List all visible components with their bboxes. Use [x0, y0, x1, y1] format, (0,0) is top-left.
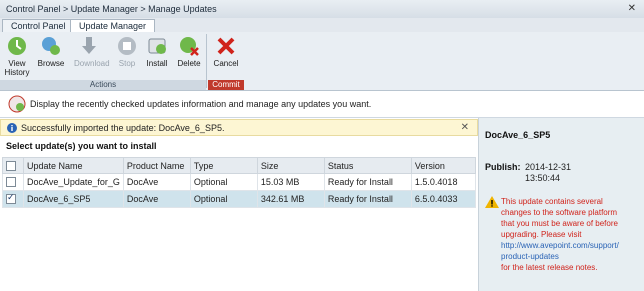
- browse-icon: [42, 37, 60, 55]
- publish-date: 2014-12-31: [525, 162, 572, 172]
- actions-group: View History Browse Download Stop Instal…: [0, 32, 206, 90]
- column-header[interactable]: Product Name: [122, 157, 191, 174]
- ribbon-divider: [206, 34, 207, 88]
- history-icon: [8, 37, 26, 55]
- column-header[interactable]: Update Name: [23, 157, 124, 174]
- cancel-icon: [217, 37, 235, 55]
- column-header[interactable]: Size: [256, 157, 325, 174]
- release-notes-link[interactable]: http://www.avepoint.com/support/: [501, 240, 641, 251]
- stop-button[interactable]: Stop: [112, 35, 142, 79]
- warning-line: upgrading. Please visit: [501, 230, 582, 239]
- view-history-button[interactable]: View History: [2, 35, 32, 79]
- delete-icon: [180, 37, 199, 56]
- warning-line: changes to the software platform: [501, 208, 618, 217]
- cell-update-name: DocAve_Update_for_G: [23, 173, 124, 191]
- release-warning: This update contains several changes to …: [501, 196, 641, 273]
- publish-value: 2014-12-31 13:50:44: [525, 162, 571, 184]
- updates-table: Update Name Product Name Type Size Statu…: [2, 157, 477, 208]
- notice-text: Successfully imported the update: DocAve…: [21, 123, 225, 133]
- column-header[interactable]: Type: [189, 157, 258, 174]
- warning-line: that you must be aware of before: [501, 219, 618, 228]
- delete-label: Delete: [177, 59, 201, 68]
- actions-group-label: Actions: [0, 80, 206, 90]
- stop-icon: [118, 37, 136, 55]
- table-row[interactable]: DocAve_6_SP5 DocAve Optional 342.61 MB R…: [2, 190, 477, 208]
- download-button[interactable]: Download: [74, 35, 110, 79]
- warning-line: This update contains several: [501, 197, 603, 206]
- column-header[interactable]: Status: [323, 157, 412, 174]
- cell-status: Ready for Install: [323, 190, 412, 208]
- column-header[interactable]: Version: [410, 157, 477, 174]
- download-label: Download: [74, 59, 110, 68]
- download-icon: [82, 37, 96, 54]
- title-bar: Control Panel > Update Manager > Manage …: [0, 0, 644, 19]
- update-manager-icon: [8, 95, 26, 113]
- publish-time: 13:50:44: [525, 173, 561, 183]
- install-button[interactable]: Install: [142, 35, 172, 79]
- details-panel: DocAve_6_SP5 Publish: 2014-12-31 13:50:4…: [478, 118, 644, 291]
- install-icon: [148, 38, 166, 54]
- close-icon[interactable]: ✕: [628, 3, 636, 14]
- section-heading: Select update(s) you want to install: [6, 141, 157, 151]
- delete-button[interactable]: Delete: [174, 35, 204, 79]
- details-title: DocAve_6_SP5: [485, 130, 551, 140]
- cell-product: DocAve: [122, 173, 191, 191]
- stop-label: Stop: [118, 59, 136, 68]
- success-notice: Successfully imported the update: DocAve…: [0, 119, 478, 136]
- commit-group: Cancel Commit: [208, 32, 244, 90]
- tab-strip: Control Panel Update Manager: [0, 18, 644, 33]
- cell-type: Optional: [189, 173, 258, 191]
- select-all-checkbox[interactable]: [6, 160, 16, 171]
- release-notes-link[interactable]: product-updates: [501, 251, 641, 262]
- notice-close-icon[interactable]: ✕: [461, 122, 469, 133]
- tab-update-manager[interactable]: Update Manager: [70, 19, 156, 33]
- table-header-row: Update Name Product Name Type Size Statu…: [2, 157, 477, 174]
- table-row[interactable]: DocAve_Update_for_G DocAve Optional 15.0…: [2, 173, 477, 191]
- browse-label: Browse: [37, 59, 65, 68]
- ribbon: View History Browse Download Stop Instal…: [0, 32, 644, 91]
- cell-version: 1.5.0.4018: [410, 173, 477, 191]
- warning-icon: [485, 196, 499, 208]
- cell-size: 15.03 MB: [256, 173, 325, 191]
- cell-size: 342.61 MB: [256, 190, 325, 208]
- install-label: Install: [146, 59, 168, 68]
- cell-version: 6.5.0.4033: [410, 190, 477, 208]
- tab-control-panel[interactable]: Control Panel: [2, 19, 75, 33]
- breadcrumb: Control Panel > Update Manager > Manage …: [6, 4, 217, 14]
- cell-type: Optional: [189, 190, 258, 208]
- publish-label: Publish:: [485, 162, 521, 172]
- warning-line: for the latest release notes.: [501, 263, 598, 272]
- info-text: Display the recently checked updates inf…: [30, 99, 372, 109]
- row-checkbox[interactable]: [6, 192, 16, 205]
- cell-update-name: DocAve_6_SP5: [23, 190, 124, 208]
- row-checkbox[interactable]: [6, 177, 16, 188]
- browse-button[interactable]: Browse: [36, 35, 66, 79]
- commit-group-label: Commit: [208, 80, 244, 90]
- cell-product: DocAve: [122, 190, 191, 208]
- cell-status: Ready for Install: [323, 173, 412, 191]
- select-all-header[interactable]: [2, 157, 24, 174]
- cancel-label: Cancel: [213, 59, 239, 68]
- view-history-label: View History: [4, 59, 30, 77]
- info-icon: [7, 123, 17, 133]
- info-bar: Display the recently checked updates inf…: [0, 91, 644, 118]
- cancel-button[interactable]: Cancel: [211, 35, 241, 79]
